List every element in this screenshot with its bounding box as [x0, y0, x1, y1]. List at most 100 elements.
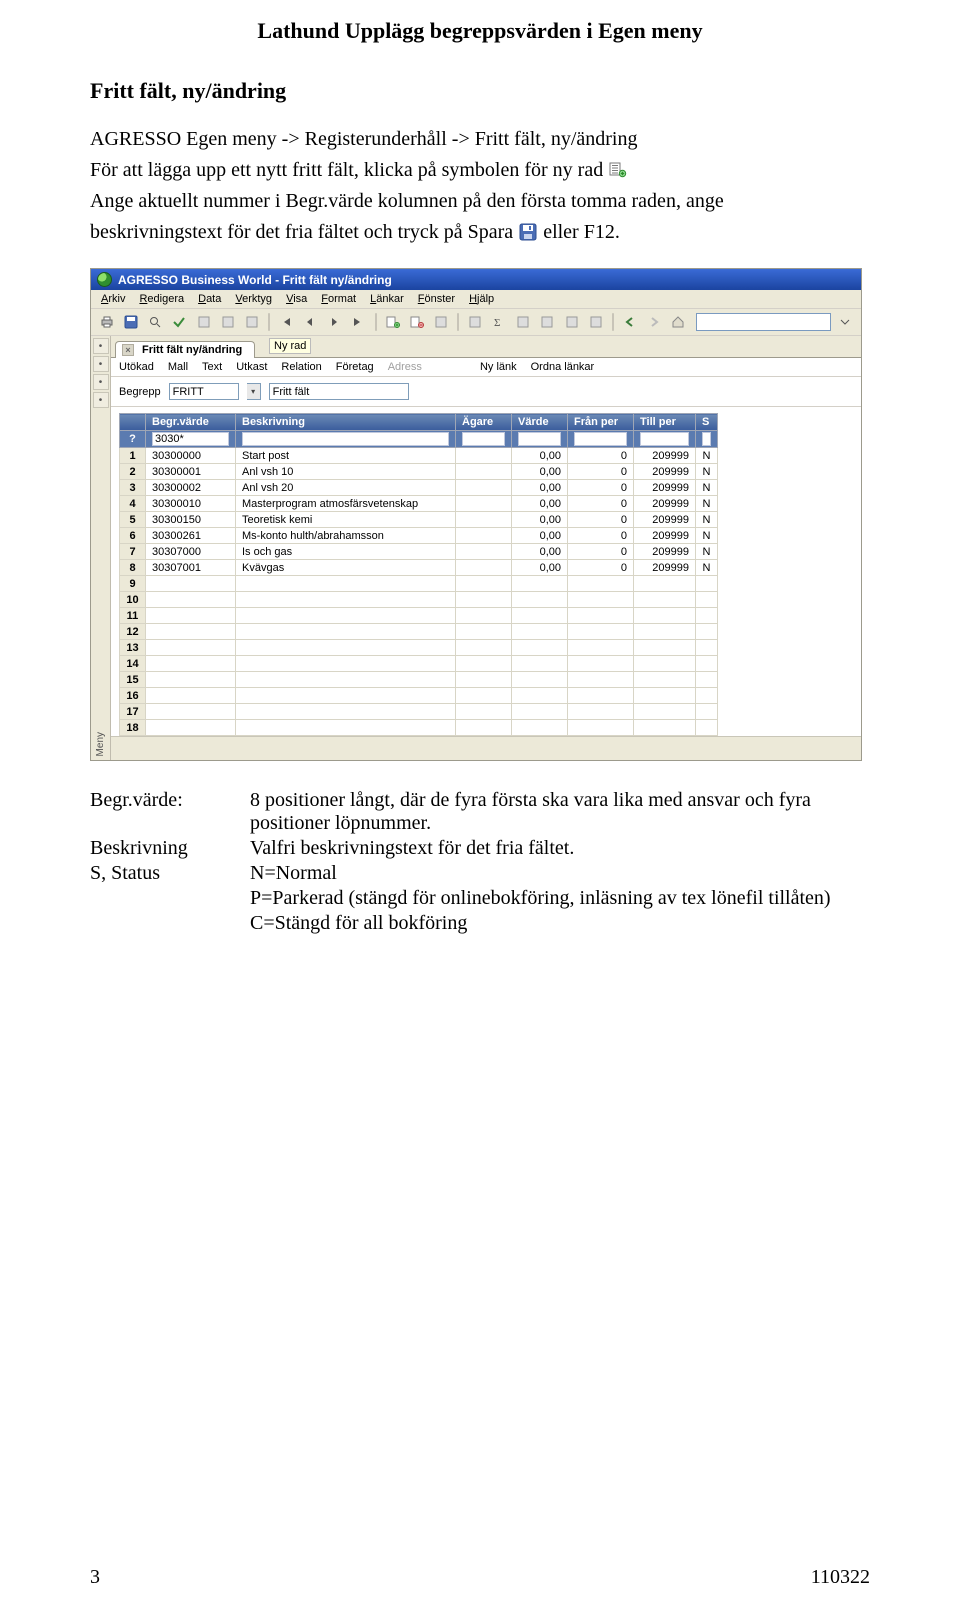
help-icon[interactable]: •: [93, 392, 109, 408]
cell-franper[interactable]: 0: [568, 448, 634, 464]
cell-beskrivning[interactable]: Anl vsh 10: [236, 464, 456, 480]
chart-icon[interactable]: [465, 312, 485, 332]
linkbar-utökad[interactable]: Utökad: [119, 361, 154, 373]
pin-icon[interactable]: •: [93, 356, 109, 372]
cell-status[interactable]: [696, 656, 718, 672]
new-row-icon[interactable]: [383, 312, 403, 332]
cell-varde[interactable]: 0,00: [512, 512, 568, 528]
cell-agare[interactable]: [456, 672, 512, 688]
filter-agare[interactable]: [462, 432, 505, 446]
cell-agare[interactable]: [456, 512, 512, 528]
close-tab-icon[interactable]: ×: [122, 344, 134, 356]
col-s[interactable]: S: [696, 414, 718, 431]
cell-begrvarde[interactable]: 30300000: [146, 448, 236, 464]
cell-begrvarde[interactable]: [146, 576, 236, 592]
cell-status[interactable]: N: [696, 512, 718, 528]
dropdown-icon[interactable]: ▾: [247, 383, 261, 400]
table-row[interactable]: 17: [120, 704, 853, 720]
cell-beskrivning[interactable]: Kvävgas: [236, 560, 456, 576]
cell-beskrivning[interactable]: [236, 720, 456, 736]
cell-beskrivning[interactable]: Anl vsh 20: [236, 480, 456, 496]
cell-franper[interactable]: [568, 656, 634, 672]
filter-tillper[interactable]: [640, 432, 689, 446]
printpreview-icon[interactable]: [562, 312, 582, 332]
cell-agare[interactable]: [456, 544, 512, 560]
input-begrepp-name[interactable]: Fritt fält: [269, 383, 409, 400]
cell-status[interactable]: [696, 640, 718, 656]
cell-varde[interactable]: [512, 656, 568, 672]
menu-fönster[interactable]: Fönster: [418, 293, 455, 305]
cell-agare[interactable]: [456, 496, 512, 512]
cell-agare[interactable]: [456, 640, 512, 656]
col-tillper[interactable]: Till per: [634, 414, 696, 431]
cell-tillper[interactable]: [634, 608, 696, 624]
cell-beskrivning[interactable]: Teoretisk kemi: [236, 512, 456, 528]
cell-begrvarde[interactable]: [146, 624, 236, 640]
cell-franper[interactable]: 0: [568, 528, 634, 544]
table-row[interactable]: 18: [120, 720, 853, 736]
menu-hjälp[interactable]: Hjälp: [469, 293, 494, 305]
table-row[interactable]: 130300000Start post0,000209999N: [120, 448, 853, 464]
menu-arkiv[interactable]: Arkiv: [101, 293, 125, 305]
cell-franper[interactable]: [568, 576, 634, 592]
table-row[interactable]: 430300010Masterprogram atmosfärsvetenska…: [120, 496, 853, 512]
filter-beskrivning[interactable]: [242, 432, 449, 446]
cell-status[interactable]: [696, 688, 718, 704]
cell-begrvarde[interactable]: 30300261: [146, 528, 236, 544]
table-row[interactable]: 830307001Kvävgas0,000209999N: [120, 560, 853, 576]
cell-status[interactable]: N: [696, 560, 718, 576]
cell-tillper[interactable]: 209999: [634, 448, 696, 464]
cell-beskrivning[interactable]: [236, 624, 456, 640]
key-icon[interactable]: [194, 312, 214, 332]
cell-agare[interactable]: [456, 688, 512, 704]
toolbar-search[interactable]: [696, 313, 830, 331]
cell-tillper[interactable]: [634, 704, 696, 720]
cell-franper[interactable]: 0: [568, 496, 634, 512]
first-icon[interactable]: [276, 312, 296, 332]
cell-agare[interactable]: [456, 576, 512, 592]
wizard-icon[interactable]: [218, 312, 238, 332]
data-grid[interactable]: Begr.värde Beskrivning Ägare Värde Från …: [119, 413, 853, 736]
cell-beskrivning[interactable]: [236, 656, 456, 672]
cell-status[interactable]: [696, 592, 718, 608]
cell-begrvarde[interactable]: 30300002: [146, 480, 236, 496]
table-row[interactable]: 12: [120, 624, 853, 640]
col-begrvarde[interactable]: Begr.värde: [146, 414, 236, 431]
cell-franper[interactable]: 0: [568, 544, 634, 560]
menu-data[interactable]: Data: [198, 293, 221, 305]
cell-varde[interactable]: 0,00: [512, 448, 568, 464]
filter-varde[interactable]: [518, 432, 561, 446]
menu-format[interactable]: Format: [321, 293, 356, 305]
cell-tillper[interactable]: [634, 576, 696, 592]
cell-varde[interactable]: [512, 592, 568, 608]
cell-varde[interactable]: 0,00: [512, 528, 568, 544]
cell-status[interactable]: N: [696, 448, 718, 464]
cell-franper[interactable]: [568, 720, 634, 736]
cell-agare[interactable]: [456, 448, 512, 464]
cell-beskrivning[interactable]: [236, 608, 456, 624]
cell-tillper[interactable]: [634, 656, 696, 672]
cell-tillper[interactable]: 209999: [634, 480, 696, 496]
col-beskrivning[interactable]: Beskrivning: [236, 414, 456, 431]
cell-tillper[interactable]: [634, 624, 696, 640]
cell-varde[interactable]: [512, 688, 568, 704]
save-icon[interactable]: [121, 312, 141, 332]
cell-agare[interactable]: [456, 720, 512, 736]
filter-begrvarde[interactable]: [152, 432, 229, 446]
cell-status[interactable]: [696, 704, 718, 720]
cell-begrvarde[interactable]: [146, 608, 236, 624]
delete-row-icon[interactable]: [407, 312, 427, 332]
copy-icon[interactable]: [431, 312, 451, 332]
input-begrepp-code[interactable]: FRITT: [169, 383, 239, 400]
table-row[interactable]: 330300002Anl vsh 200,000209999N: [120, 480, 853, 496]
table-row[interactable]: 15: [120, 672, 853, 688]
dropdown-icon[interactable]: [835, 312, 855, 332]
cell-status[interactable]: [696, 576, 718, 592]
cell-agare[interactable]: [456, 704, 512, 720]
table-row[interactable]: 530300150Teoretisk kemi0,000209999N: [120, 512, 853, 528]
cell-begrvarde[interactable]: [146, 592, 236, 608]
cell-franper[interactable]: [568, 624, 634, 640]
cell-beskrivning[interactable]: [236, 640, 456, 656]
zoom-icon[interactable]: [537, 312, 557, 332]
cell-tillper[interactable]: [634, 592, 696, 608]
